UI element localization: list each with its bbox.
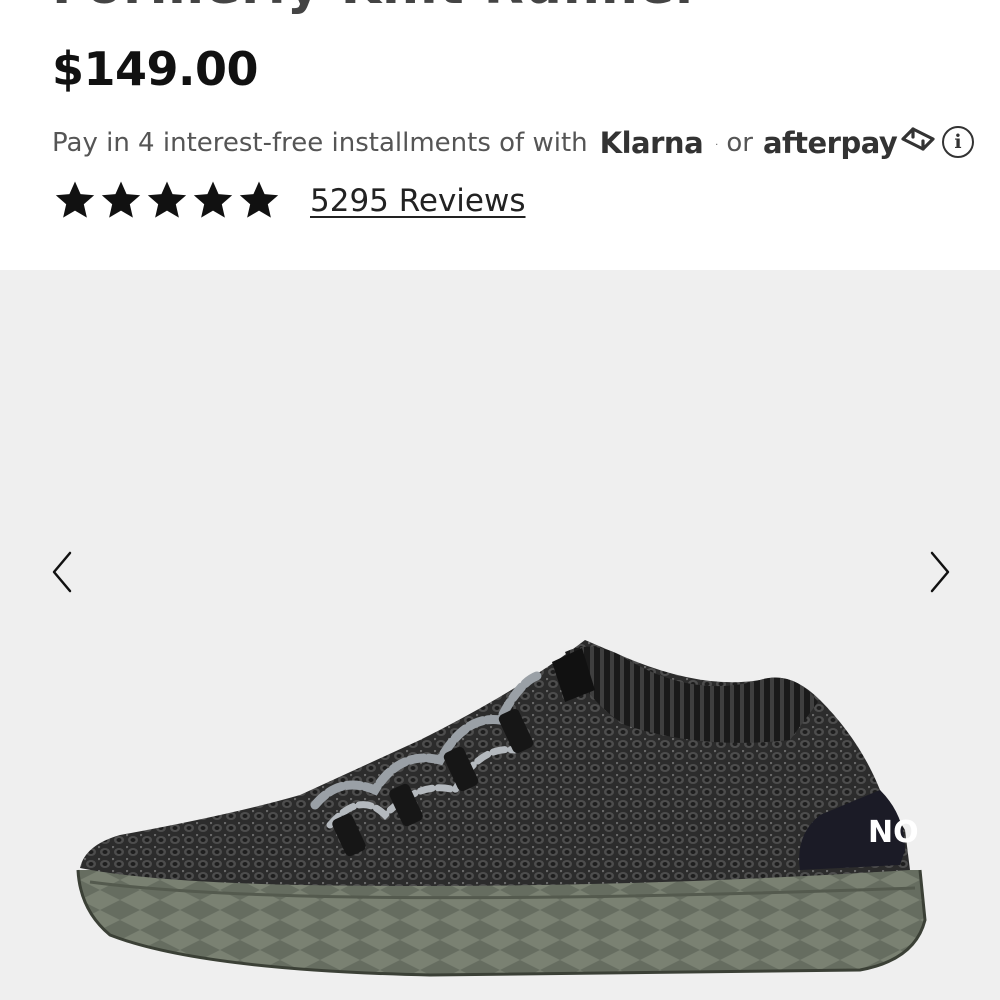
star-rating — [52, 178, 282, 224]
afterpay-logo[interactable]: afterpay — [763, 126, 898, 160]
next-image-button[interactable] — [920, 550, 960, 594]
heel-logo-text: NO — [868, 815, 919, 850]
rating-row: 5295 Reviews — [52, 178, 526, 224]
star-icon — [239, 181, 279, 218]
installments-line: Pay in 4 interest-free installments of w… — [52, 124, 937, 161]
chevron-left-icon — [52, 551, 72, 593]
product-image: NO — [76, 640, 927, 977]
star-icon — [193, 181, 233, 218]
installments-text: Pay in 4 interest-free installments of w… — [52, 127, 588, 158]
chevron-right-icon — [930, 551, 950, 593]
installments-or: or — [726, 127, 753, 158]
star-icon — [147, 181, 187, 218]
star-icon — [101, 181, 141, 218]
star-icon — [55, 181, 95, 218]
product-price: $149.00 — [52, 42, 259, 96]
prev-image-button[interactable] — [42, 550, 82, 594]
reviews-link[interactable]: 5295 Reviews — [310, 183, 526, 219]
klarna-logo[interactable]: Klarna — [600, 126, 704, 160]
product-title: Formerly Knit Runner — [52, 0, 702, 16]
info-icon[interactable]: i — [942, 126, 974, 158]
klarna-mark: . — [715, 137, 719, 148]
afterpay-icon — [899, 124, 937, 161]
